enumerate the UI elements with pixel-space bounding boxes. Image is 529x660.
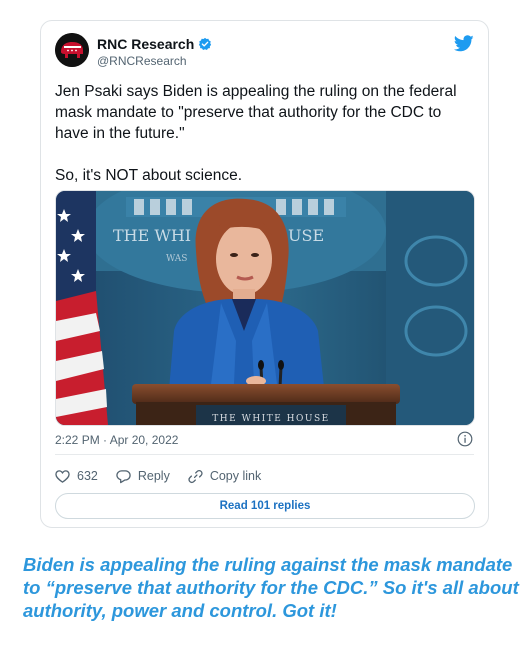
copy-link-button[interactable]: Copy link	[188, 469, 261, 484]
author-name[interactable]: RNC Research	[97, 36, 194, 52]
rnc-elephant-logo-icon	[55, 33, 89, 67]
author-handle[interactable]: @RNCResearch	[97, 54, 187, 68]
reply-button[interactable]: Reply	[116, 469, 170, 484]
tweet-text-paragraph-1: Jen Psaki says Biden is appealing the ru…	[55, 83, 457, 142]
like-count: 632	[77, 469, 98, 483]
reply-label: Reply	[137, 469, 170, 483]
tweet-card[interactable]: RNC Research @RNCResearch Jen Psaki says…	[40, 20, 489, 528]
read-replies-button[interactable]: Read 101 replies	[55, 493, 475, 519]
caption-text: Biden is appealing the ruling against th…	[23, 554, 519, 621]
tweet-text-paragraph-2: So, it's NOT about science.	[55, 167, 243, 184]
seal-text-right: USE	[288, 226, 324, 245]
heart-icon	[55, 469, 70, 483]
seal-text-left: THE WHI	[113, 226, 191, 245]
info-icon[interactable]	[457, 431, 473, 447]
tweet-timestamp[interactable]: 2:22 PM · Apr 20, 2022	[55, 433, 178, 447]
avatar[interactable]	[55, 33, 89, 67]
tweet-text: Jen Psaki says Biden is appealing the ru…	[55, 81, 475, 186]
tweet-media-image[interactable]: THE WHI USE WAS THE WHITE HOUSE	[55, 190, 475, 426]
tweet-actions: 632 Reply Copy link	[55, 467, 279, 485]
copy-link-label: Copy link	[209, 469, 262, 483]
page: RNC Research @RNCResearch Jen Psaki says…	[0, 0, 529, 660]
like-button[interactable]: 632	[55, 469, 98, 484]
seal-subtext: WAS	[166, 254, 187, 264]
reply-bubble-icon	[116, 469, 131, 483]
author-name-row[interactable]: RNC Research	[97, 36, 212, 52]
podium-text: THE WHITE HOUSE	[212, 414, 329, 424]
verified-badge-icon	[199, 37, 212, 50]
press-briefing-photo: THE WHI USE WAS THE WHITE HOUSE	[56, 191, 474, 425]
twitter-bird-icon[interactable]	[454, 35, 474, 52]
divider	[55, 454, 474, 455]
read-replies-label: Read 101 replies	[219, 500, 311, 512]
link-icon	[188, 469, 203, 483]
